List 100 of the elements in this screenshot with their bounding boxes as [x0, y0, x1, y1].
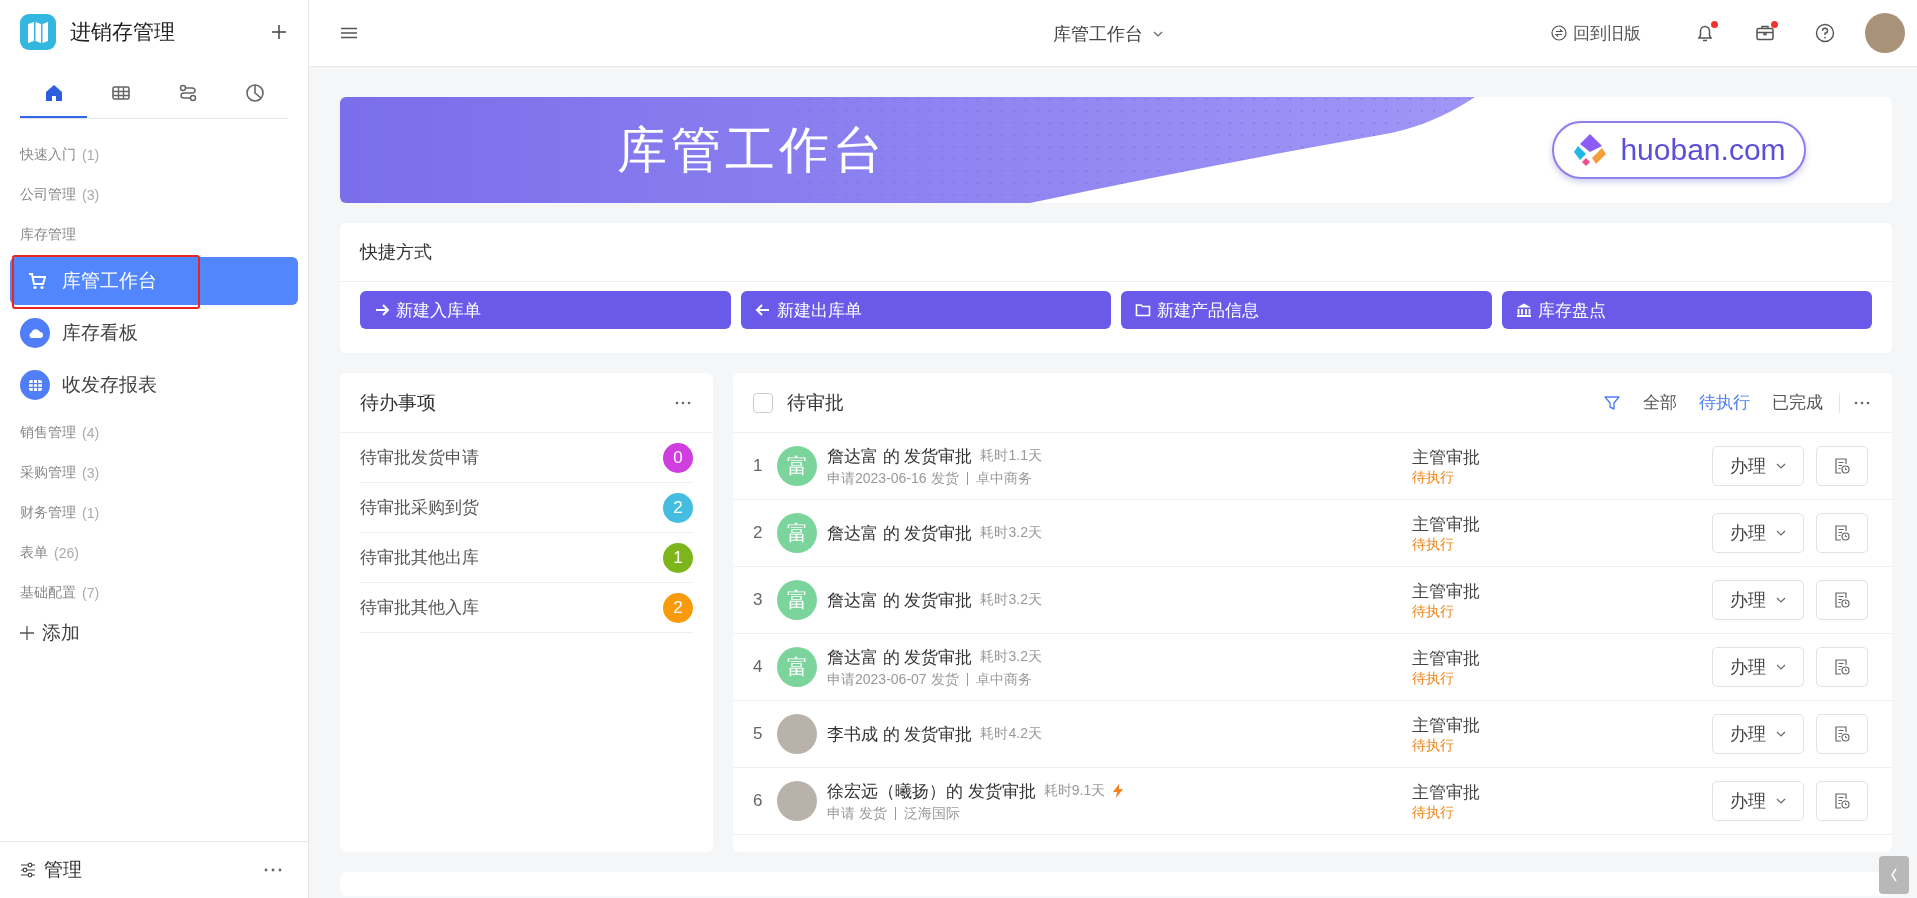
shortcut-button[interactable]: 新建入库单 — [360, 291, 731, 329]
card-title: 待审批 — [787, 390, 844, 415]
todo-item[interactable]: 待审批发货申请 — [360, 446, 479, 469]
initial-avatar: 富 — [777, 647, 817, 687]
handle-dropdown-button[interactable]: 办理 — [1712, 714, 1804, 754]
section-label[interactable]: 库存管理 — [20, 226, 76, 244]
meta-text: 泛海国际 — [903, 804, 960, 823]
history-button[interactable] — [1816, 714, 1868, 754]
chevron-down-icon — [1776, 731, 1786, 737]
card-title: 快捷方式 — [340, 223, 1892, 282]
count-badge: 0 — [663, 442, 693, 473]
document-clock-icon — [1833, 658, 1851, 676]
duration-text: 耗时3.2天 — [980, 524, 1042, 542]
history-button[interactable] — [1816, 781, 1868, 821]
chevron-left-icon — [1891, 868, 1897, 882]
chevron-down-icon — [1776, 463, 1786, 469]
menu-icon[interactable] — [341, 27, 357, 39]
sliders-icon — [20, 862, 36, 878]
app-logo-icon — [20, 14, 56, 50]
history-button[interactable] — [1816, 513, 1868, 553]
history-button[interactable] — [1816, 580, 1868, 620]
meta-text: 申请 发货 — [827, 804, 887, 823]
approval-title[interactable]: 詹达富 的 发货审批 — [827, 588, 973, 612]
handle-dropdown-button[interactable]: 办理 — [1712, 647, 1804, 687]
more-icon[interactable] — [675, 400, 691, 405]
filter-tab[interactable]: 全部 — [1643, 391, 1677, 414]
approval-title[interactable]: 詹达富 的 发货审批 — [827, 521, 973, 545]
add-link[interactable]: 添加 — [0, 613, 80, 653]
document-clock-icon — [1833, 725, 1851, 743]
status-text: 待执行 — [1412, 803, 1455, 822]
filter-tab[interactable]: 已完成 — [1772, 391, 1823, 414]
initial-avatar: 富 — [777, 446, 817, 486]
count-badge: 2 — [663, 492, 693, 523]
approval-title[interactable]: 詹达富 的 发货审批 — [827, 645, 973, 669]
section-count: (4) — [82, 425, 100, 441]
diamond-logo-icon — [1572, 132, 1609, 168]
arrow-left-icon — [754, 302, 771, 318]
banner-title: 库管工作台 — [617, 120, 887, 180]
brand-logo-pill: huoban.com — [1552, 121, 1806, 179]
bank-icon — [1515, 302, 1532, 318]
status-text: 待执行 — [1412, 535, 1455, 554]
chevron-down-icon — [1776, 798, 1786, 804]
grid-circle-icon — [20, 370, 50, 400]
status-text: 待执行 — [1412, 736, 1455, 755]
row-number: 2 — [753, 523, 764, 543]
meta-text: 申请2023-06-16 发货 — [827, 469, 959, 488]
section-label[interactable]: 销售管理 — [20, 424, 76, 442]
todo-item[interactable]: 待审批其他出库 — [360, 546, 479, 569]
document-clock-icon — [1833, 591, 1851, 609]
shortcut-button[interactable]: 新建出库单 — [740, 291, 1111, 329]
row-number: 1 — [753, 456, 764, 476]
history-button[interactable] — [1816, 647, 1868, 687]
manage-link[interactable]: 管理 — [20, 857, 82, 883]
duration-text: 耗时1.1天 — [980, 447, 1042, 465]
initial-avatar: 富 — [777, 513, 817, 553]
approval-title[interactable]: 李书成 的 发货审批 — [827, 722, 973, 746]
sidebar-item[interactable]: 库存看板 — [10, 309, 298, 357]
handle-dropdown-button[interactable]: 办理 — [1712, 513, 1804, 553]
more-icon[interactable] — [1854, 400, 1870, 405]
handle-dropdown-button[interactable]: 办理 — [1712, 781, 1804, 821]
old-version-link[interactable]: 回到旧版 — [1551, 21, 1641, 45]
filter-tab[interactable]: 待执行 — [1699, 391, 1750, 414]
handle-dropdown-button[interactable]: 办理 — [1712, 580, 1804, 620]
sidebar-item[interactable]: 收发存报表 — [10, 361, 298, 409]
user-avatar[interactable] — [1865, 13, 1905, 53]
step-name: 主管审批 — [1412, 580, 1481, 603]
history-button[interactable] — [1816, 446, 1868, 486]
status-text: 待执行 — [1412, 468, 1455, 487]
duration-text: 耗时3.2天 — [980, 648, 1042, 666]
section-count: (3) — [82, 465, 100, 481]
section-label[interactable]: 基础配置 — [20, 584, 76, 602]
avatar-placeholder — [777, 714, 817, 754]
filter-icon[interactable] — [1603, 393, 1621, 412]
section-count: (1) — [82, 505, 100, 521]
section-label[interactable]: 表单 — [20, 544, 48, 562]
step-name: 主管审批 — [1412, 513, 1481, 536]
pie-chart-icon — [243, 82, 266, 104]
section-count: (7) — [82, 585, 100, 601]
approval-title[interactable]: 徐宏远（曦扬）的 发货审批 — [827, 779, 1036, 803]
todo-item[interactable]: 待审批采购到货 — [360, 496, 479, 519]
avatar-placeholder — [777, 781, 817, 821]
todo-item[interactable]: 待审批其他入库 — [360, 596, 479, 619]
select-all-checkbox[interactable] — [753, 392, 773, 413]
section-label[interactable]: 采购管理 — [20, 464, 76, 482]
help-button[interactable] — [1814, 22, 1836, 44]
shortcut-button[interactable]: 新建产品信息 — [1121, 291, 1492, 329]
row-number: 6 — [753, 791, 764, 811]
more-icon[interactable] — [264, 868, 282, 872]
section-label[interactable]: 快速入门 — [20, 146, 76, 164]
section-label[interactable]: 财务管理 — [20, 504, 76, 522]
duration-text: 耗时4.2天 — [980, 725, 1042, 743]
add-icon[interactable] — [270, 23, 288, 41]
handle-dropdown-button[interactable]: 办理 — [1712, 446, 1804, 486]
document-clock-icon — [1833, 524, 1851, 542]
shortcut-button[interactable]: 库存盘点 — [1501, 291, 1872, 329]
folder-icon — [1135, 302, 1151, 318]
approval-title[interactable]: 詹达富 的 发货审批 — [827, 444, 973, 468]
section-label[interactable]: 公司管理 — [20, 186, 76, 204]
count-badge: 2 — [663, 592, 693, 623]
page-title-dropdown[interactable]: 库管工作台 — [1053, 22, 1163, 46]
